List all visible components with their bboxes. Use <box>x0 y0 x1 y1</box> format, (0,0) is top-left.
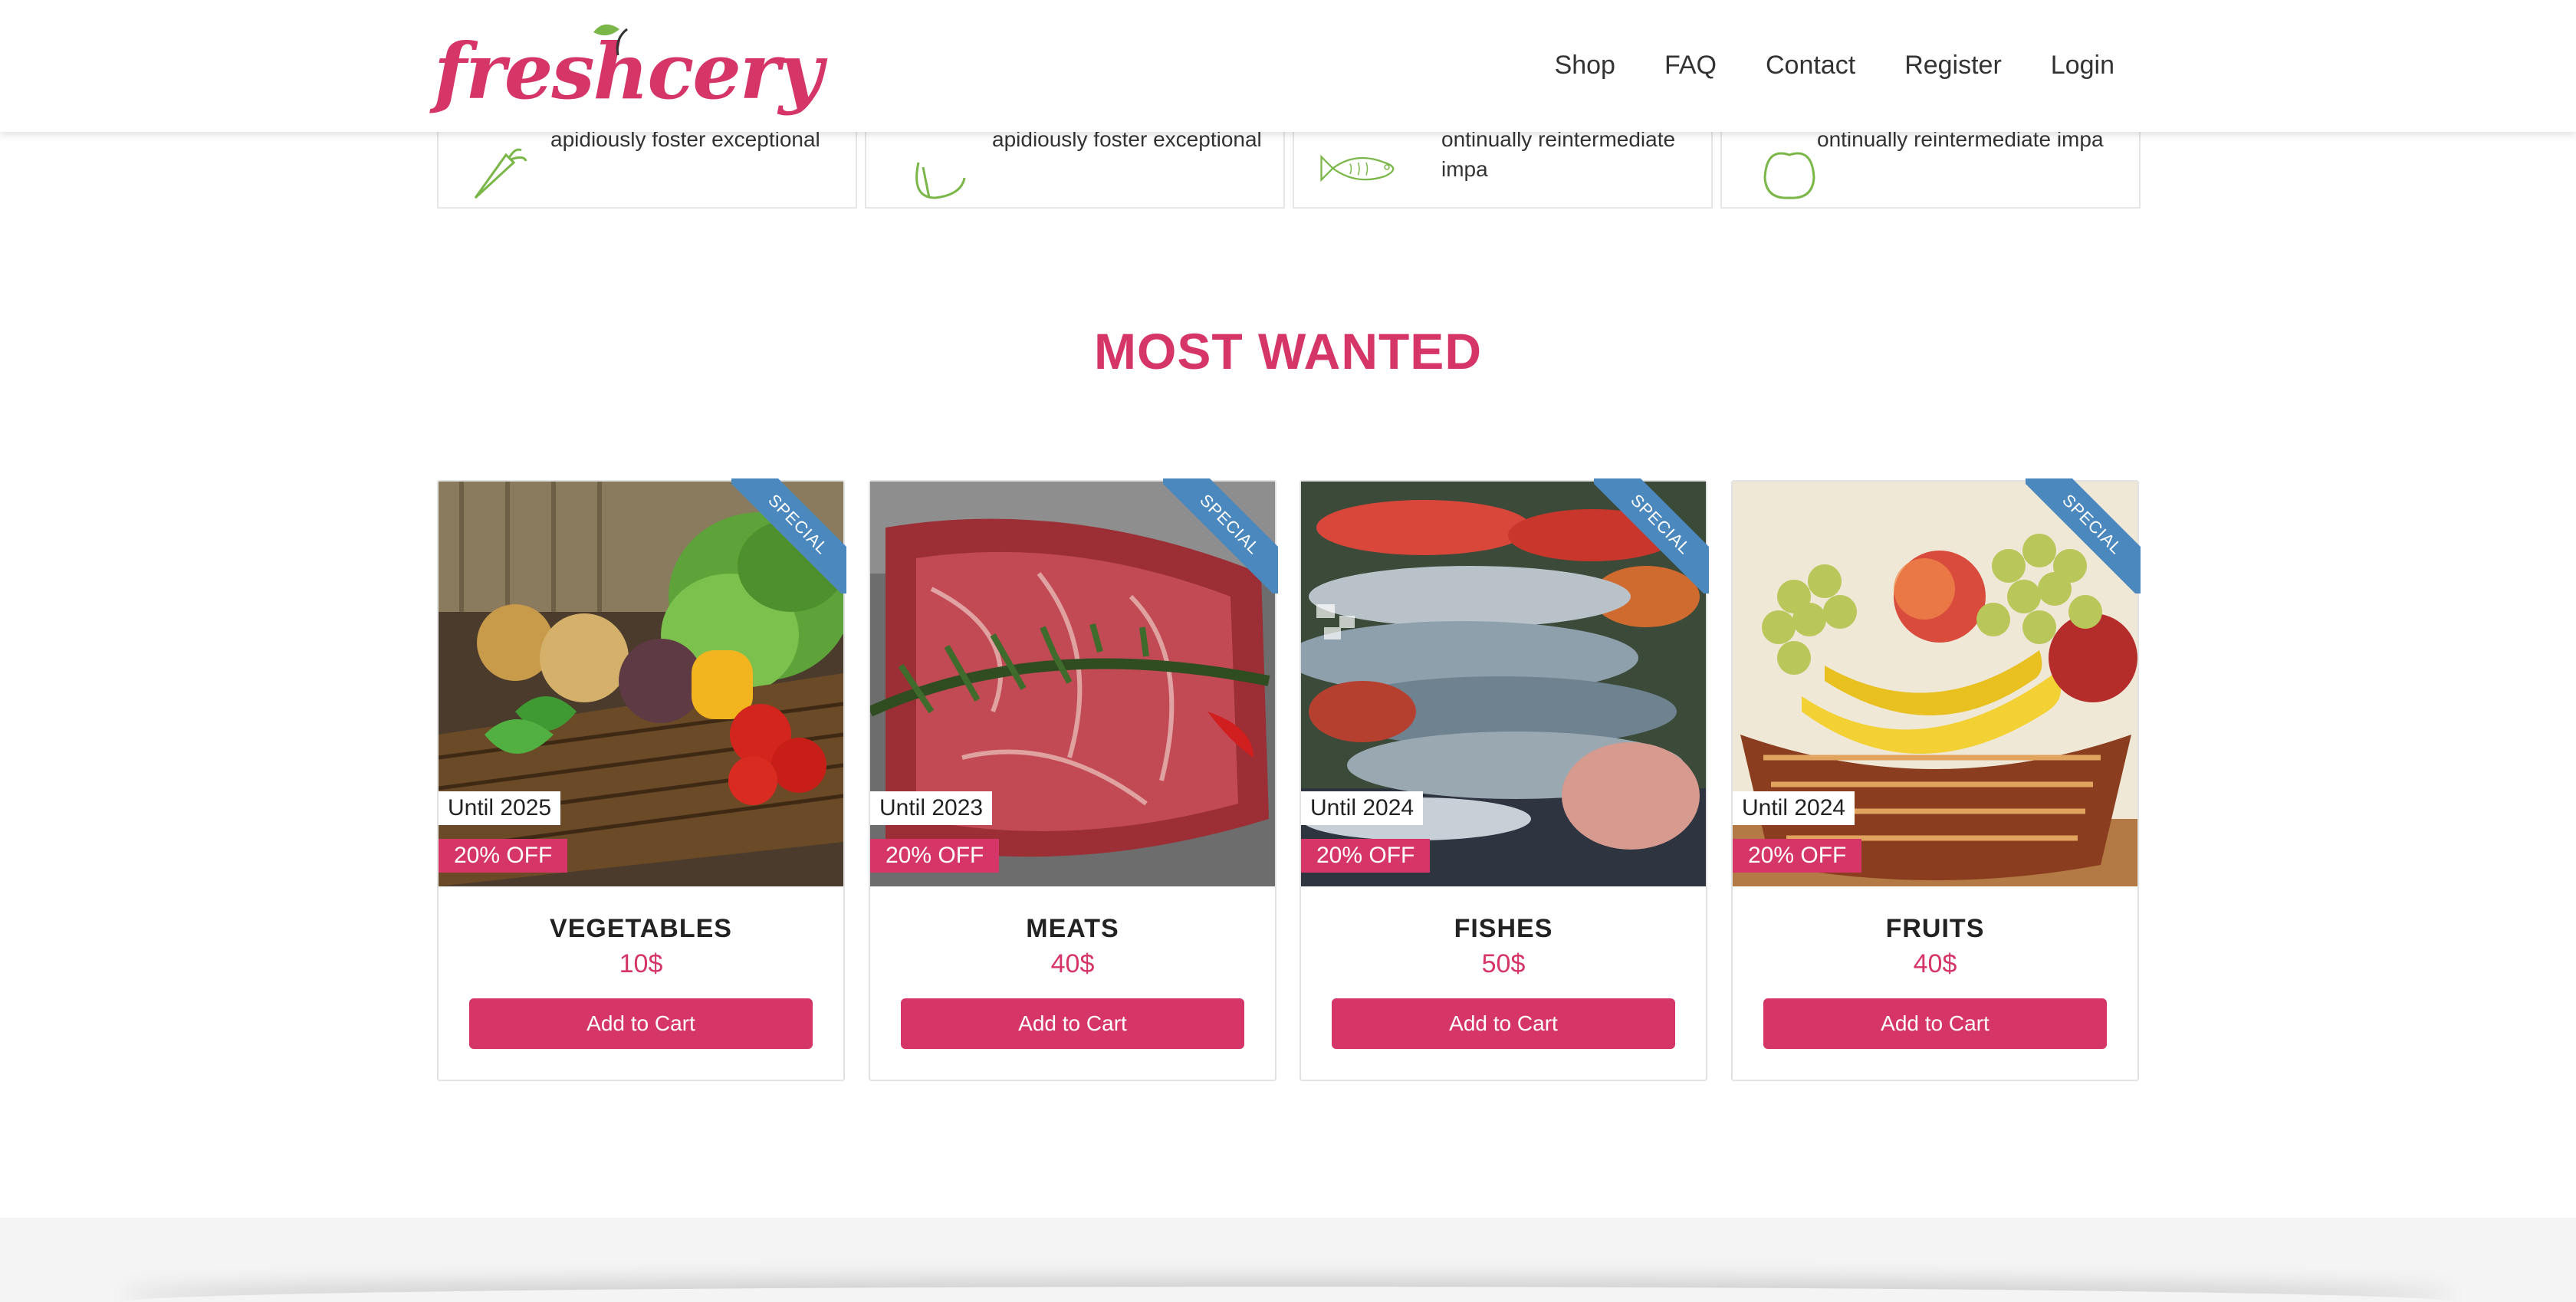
main-nav: Shop FAQ Contact Register Login <box>1506 44 2114 86</box>
nav-contact[interactable]: Contact <box>1766 44 1855 86</box>
special-ribbon: SPECIAL <box>1163 478 1278 593</box>
discount-badge: 20% OFF <box>1301 839 1431 873</box>
until-badge: Until 2025 <box>439 791 561 825</box>
until-badge: Until 2024 <box>1301 791 1424 825</box>
product-card-fishes: SPECIAL Until 2024 20% OFF FISHES 50$ Ad… <box>1300 478 1709 1081</box>
product-price: 40$ <box>1913 949 1957 978</box>
section-title: MOST WANTED <box>1094 323 1482 380</box>
meat-icon <box>915 162 966 199</box>
add-to-cart-button[interactable]: Add to Cart <box>1763 998 2107 1049</box>
fish-icon <box>1320 154 1395 182</box>
product-name[interactable]: MEATS <box>870 914 1275 944</box>
nav-faq[interactable]: FAQ <box>1664 44 1717 86</box>
add-to-cart-button[interactable]: Add to Cart <box>469 998 813 1049</box>
special-ribbon: SPECIAL <box>2026 478 2141 593</box>
discount-badge: 20% OFF <box>1733 839 1862 873</box>
site-header: freshcery Shop FAQ Contact Register Logi… <box>0 0 2576 132</box>
feature-text: ontinually reintermediate impa <box>1441 127 1676 181</box>
product-card-meats: SPECIAL Until 2023 20% OFF MEATS 40$ Add… <box>869 478 1278 1081</box>
product-price: 10$ <box>619 949 663 978</box>
footer-band <box>0 1218 2576 1302</box>
product-name[interactable]: VEGETABLES <box>439 914 843 944</box>
discount-badge: 20% OFF <box>870 839 1000 873</box>
ribbon-label: SPECIAL <box>731 478 846 593</box>
nav-login[interactable]: Login <box>2051 44 2114 86</box>
until-badge: Until 2024 <box>1733 791 1855 825</box>
product-card-vegetables: SPECIAL Until 2025 20% OFF VEGETABLES 10… <box>437 478 846 1081</box>
product-name[interactable]: FRUITS <box>1733 914 2137 944</box>
add-to-cart-button[interactable]: Add to Cart <box>901 998 1244 1049</box>
carrot-icon <box>474 148 527 199</box>
leaf-icon <box>593 24 628 56</box>
product-card-fruits: SPECIAL Until 2024 20% OFF FRUITS 40$ Ad… <box>1731 478 2141 1081</box>
product-price: 50$ <box>1481 949 1526 978</box>
until-badge: Until 2023 <box>870 791 993 825</box>
brand-logo[interactable]: freshcery <box>434 15 823 117</box>
ribbon-label: SPECIAL <box>1163 478 1278 593</box>
footer-shadow <box>123 1287 2453 1302</box>
nav-register[interactable]: Register <box>1904 44 2002 86</box>
product-price: 40$ <box>1050 949 1095 978</box>
nav-shop[interactable]: Shop <box>1555 44 1615 86</box>
special-ribbon: SPECIAL <box>731 478 846 593</box>
discount-badge: 20% OFF <box>439 839 568 873</box>
ribbon-label: SPECIAL <box>2026 478 2141 593</box>
ribbon-label: SPECIAL <box>1594 478 1709 593</box>
add-to-cart-button[interactable]: Add to Cart <box>1332 998 1675 1049</box>
special-ribbon: SPECIAL <box>1594 478 1709 593</box>
product-name[interactable]: FISHES <box>1301 914 1706 944</box>
